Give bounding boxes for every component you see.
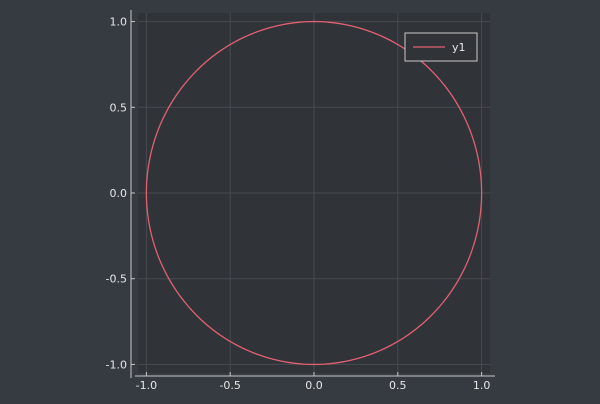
- x-tick-label-3: 0.5: [389, 379, 407, 392]
- chart: -1.0 -0.5 0.0 0.5 1.0 -1.0 -0.5 0.0 0.5 1.0 y1: [0, 0, 600, 400]
- y-tick-label-4: 1.0: [110, 16, 128, 29]
- y-tick-label-1: -0.5: [106, 273, 127, 286]
- x-tick-label-0: -1.0: [136, 379, 157, 392]
- x-tick-label-1: -0.5: [219, 379, 240, 392]
- legend: y1: [404, 32, 478, 62]
- plot-svg: -1.0 -0.5 0.0 0.5 1.0 -1.0 -0.5 0.0 0.5 1.0 y1: [106, 10, 495, 392]
- legend-label-y1: y1: [452, 41, 466, 54]
- y-tick-label-0: -1.0: [106, 358, 127, 371]
- x-tick-label-4: 1.0: [473, 379, 491, 392]
- y-tick-label-3: 0.5: [110, 101, 128, 114]
- x-tick-label-2: 0.0: [305, 379, 323, 392]
- y-tick-label-2: 0.0: [110, 187, 128, 200]
